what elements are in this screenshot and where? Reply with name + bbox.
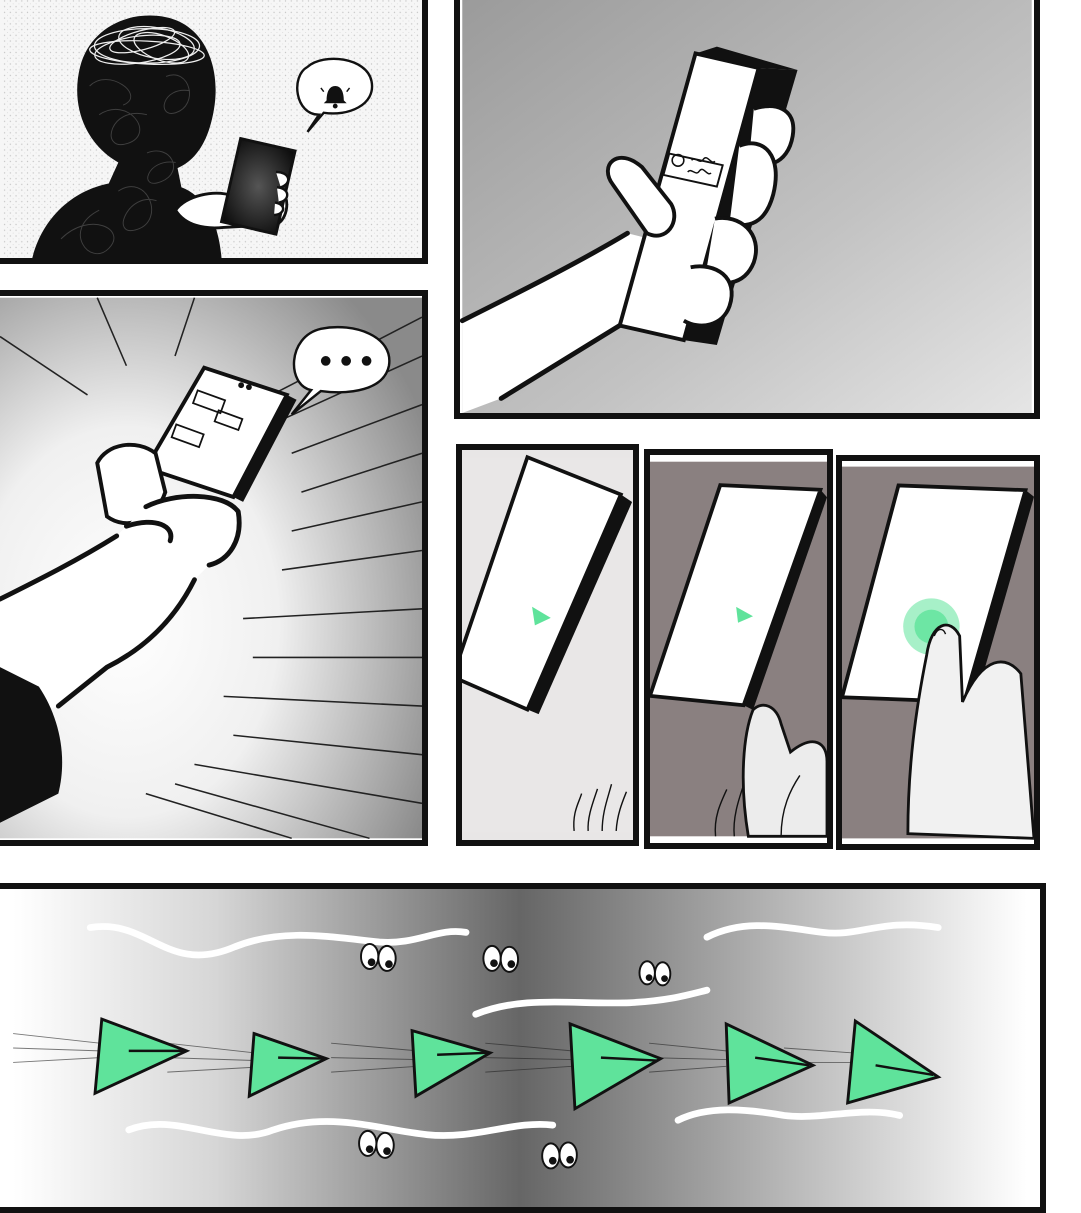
panel-send-c <box>836 455 1040 850</box>
panel-hold-phone-art <box>460 0 1032 413</box>
panel-send-b <box>644 449 833 849</box>
panel-send-c-art <box>842 466 1034 840</box>
panel-planes <box>0 883 1046 1213</box>
panel-notification <box>0 0 428 264</box>
panel-send-b-art <box>650 461 827 838</box>
panel-send-a <box>456 444 639 846</box>
panel-send-a-art <box>462 454 633 833</box>
panel-typing <box>0 290 428 846</box>
ellipsis-icon <box>320 356 372 366</box>
panel-notification-art <box>3 0 419 258</box>
panel-planes-art <box>13 889 1027 1207</box>
panel-hold-phone <box>454 0 1040 419</box>
panel-typing-art <box>0 297 422 840</box>
